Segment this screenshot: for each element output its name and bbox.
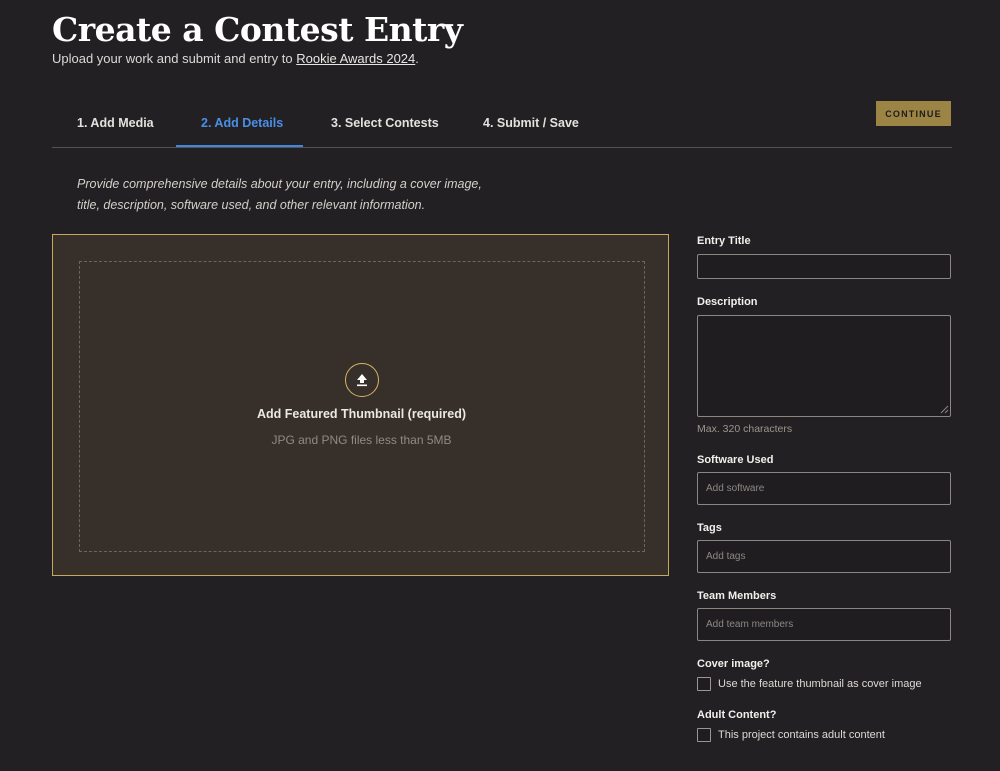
description-textarea[interactable] bbox=[697, 315, 951, 417]
tab-submit-save[interactable]: 4. Submit / Save bbox=[483, 116, 579, 130]
description-label: Description bbox=[697, 296, 758, 308]
intro-text: Provide comprehensive details about your… bbox=[77, 177, 482, 212]
adult-content-option[interactable]: This project contains adult content bbox=[697, 728, 885, 742]
active-tab-indicator bbox=[176, 145, 303, 147]
software-input[interactable] bbox=[697, 472, 951, 505]
dropzone-hint: JPG and PNG files less than 5MB bbox=[271, 433, 452, 447]
page-subtitle: Upload your work and submit and entry to… bbox=[52, 51, 419, 66]
adult-content-checkbox[interactable] bbox=[697, 728, 711, 742]
subtitle-suffix: . bbox=[415, 51, 419, 66]
entry-title-input[interactable] bbox=[697, 254, 951, 279]
tags-input[interactable] bbox=[697, 540, 951, 573]
cover-image-checkbox[interactable] bbox=[697, 677, 711, 691]
thumbnail-dropzone[interactable]: Add Featured Thumbnail (required) JPG an… bbox=[52, 234, 669, 576]
tab-add-media[interactable]: 1. Add Media bbox=[77, 116, 154, 130]
adult-content-checkbox-label: This project contains adult content bbox=[718, 729, 885, 741]
upload-arrow-icon bbox=[345, 363, 379, 397]
subtitle-text: Upload your work and submit and entry to bbox=[52, 51, 297, 66]
adult-content-label: Adult Content? bbox=[697, 709, 777, 721]
team-members-input[interactable] bbox=[697, 608, 951, 641]
resize-grip-icon[interactable] bbox=[940, 405, 949, 414]
cover-image-option[interactable]: Use the feature thumbnail as cover image bbox=[697, 677, 922, 691]
tab-add-details[interactable]: 2. Add Details bbox=[201, 116, 283, 130]
tab-select-contests[interactable]: 3. Select Contests bbox=[331, 116, 439, 130]
software-label: Software Used bbox=[697, 454, 774, 466]
page-title: Create a Contest Entry bbox=[52, 10, 463, 49]
cover-image-label: Cover image? bbox=[697, 658, 770, 670]
step-tabs: 1. Add Media 2. Add Details 3. Select Co… bbox=[52, 103, 952, 148]
rookie-awards-link[interactable]: Rookie Awards 2024 bbox=[296, 51, 415, 66]
team-members-label: Team Members bbox=[697, 590, 777, 602]
dropzone-title: Add Featured Thumbnail (required) bbox=[256, 407, 467, 421]
tags-label: Tags bbox=[697, 522, 722, 534]
cover-image-checkbox-label: Use the feature thumbnail as cover image bbox=[718, 678, 922, 690]
description-helper: Max. 320 characters bbox=[697, 423, 793, 435]
continue-button[interactable]: CONTINUE bbox=[876, 101, 951, 126]
entry-title-label: Entry Title bbox=[697, 235, 751, 247]
